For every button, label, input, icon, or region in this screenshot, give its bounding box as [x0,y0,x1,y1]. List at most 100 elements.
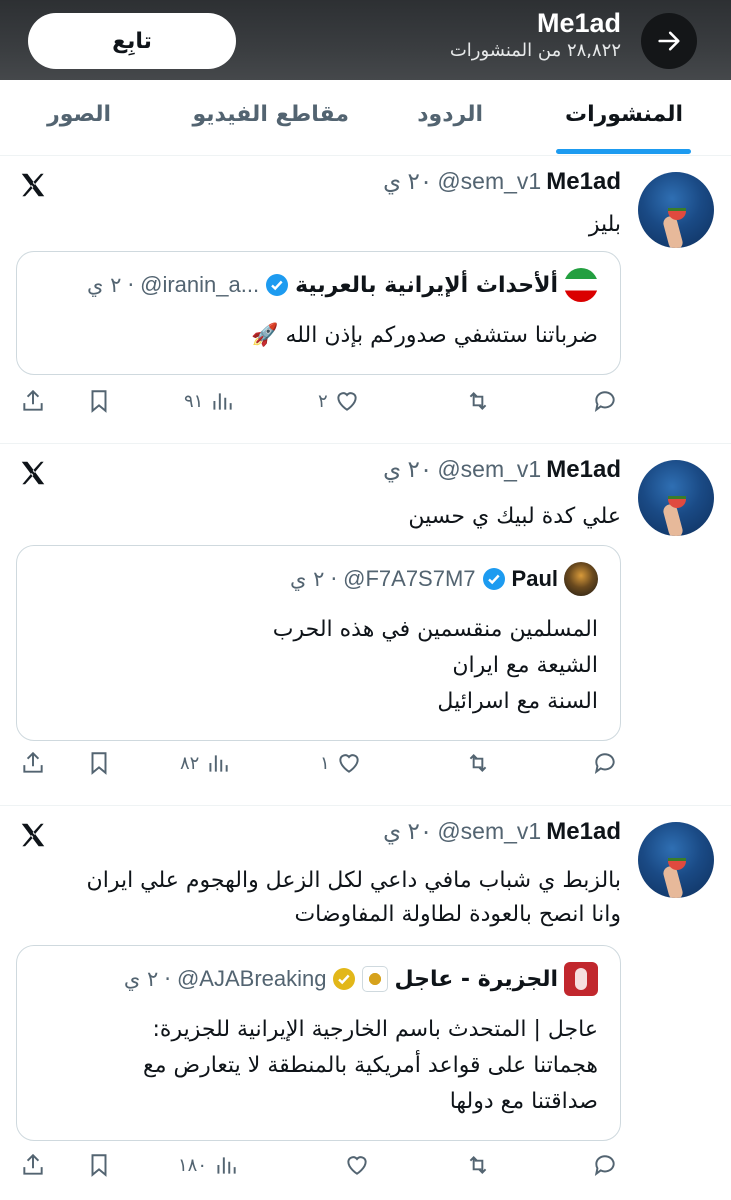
post-actions: ٩١ ٢ [0,388,731,428]
quote-date: ٢ ي [123,967,159,991]
share-button[interactable] [20,388,46,414]
post-text-line: وانا انصح بالعودة لطاولة المفاوضات [294,902,621,927]
bookmark-icon [91,1154,107,1177]
retweet-button[interactable] [465,388,491,414]
profile-name: Me1ad [536,8,621,38]
reply-button[interactable] [592,750,618,776]
aljazeera-logo-icon [362,966,389,992]
reply-icon [594,1155,615,1176]
quote-author: الجزيرة - عاجل [394,966,558,992]
quote-text-line: السنة مع اسرائيل [437,689,598,714]
like-button[interactable]: ١ [320,750,362,776]
views-icon [217,1157,236,1174]
post-2[interactable]: ٢٠ ي @sem_v1 Me1ad علي كدة لبيك ي حسين ٢… [0,444,731,806]
like-icon [347,1156,367,1175]
post-author: Me1ad [546,168,621,195]
avatar[interactable] [638,460,714,536]
views-button[interactable]: ٩١ [184,388,235,414]
post-author: Me1ad [546,818,621,845]
avatar[interactable] [638,172,714,248]
tab-videos[interactable]: مقاطع الفيديو [192,102,349,127]
x-logo-icon [21,173,45,197]
quoted-post[interactable]: ٢ ي · @AJABreaking الجزيرة - عاجل عاجل |… [16,945,621,1141]
retweet-icon [469,392,487,410]
retweet-button[interactable] [465,1152,491,1178]
post-meta: ٢٠ ي @sem_v1 Me1ad [383,818,621,846]
reply-button[interactable] [592,388,618,414]
quote-avatar[interactable] [564,962,598,996]
retweet-icon [469,754,487,772]
views-count: ٨٢ [180,752,200,774]
post-author: Me1ad [546,456,621,483]
profile-tabs: المنشورات الردود مقاطع الفيديو الصور [0,80,731,156]
bookmark-icon [91,390,107,413]
post-actions: ٨٢ ١ [0,750,731,790]
post-text: علي كدة لبيك ي حسين [408,504,621,529]
like-button[interactable]: ٢ [318,388,360,414]
post-meta: ٢٠ ي @sem_v1 Me1ad [383,456,621,484]
quote-text-line: هجماتنا على قواعد أمريكية بالمنطقة لا يت… [143,1053,598,1078]
quote-avatar[interactable] [564,268,598,302]
like-button[interactable] [338,1152,370,1178]
quote-text: ضرباتنا ستشفي صدوركم بإذن الله 🚀 [251,323,598,348]
like-count: ١ [320,752,330,774]
bookmark-icon [91,752,107,775]
tab-active-indicator [556,149,691,154]
post-text-line: بالزبط ي شباب مافي داعي لكل الزعل والهجو… [86,868,621,893]
quote-date: ٢ ي [290,567,325,591]
reply-button[interactable] [592,1152,618,1178]
retweet-icon [469,1156,487,1174]
retweet-button[interactable] [465,750,491,776]
post-text: بليز [588,212,621,237]
post-1[interactable]: ٢٠ ي @sem_v1 Me1ad بليز ٢ ي · @iranin_a.… [0,156,731,444]
verified-icon [482,568,505,590]
arrow-right-icon [658,31,680,51]
back-button[interactable] [641,13,697,69]
post-handle: @sem_v1 [437,456,542,482]
post-handle: @sem_v1 [437,818,542,844]
x-logo-icon [21,823,45,847]
like-icon [337,392,357,411]
quoted-post[interactable]: ٢ ي · @iranin_a... ألأحداث ألإيرانية بال… [16,251,621,375]
quote-handle: @AJABreaking [176,966,327,991]
share-icon [23,389,43,411]
follow-button[interactable]: تابِع [28,13,236,69]
quote-handle: @iranin_a... [140,272,260,297]
post-meta: ٢٠ ي @sem_v1 Me1ad [383,168,621,196]
quote-author: Paul [511,566,558,591]
tab-posts[interactable]: المنشورات [565,102,683,127]
post-actions: ١٨٠ [0,1152,731,1192]
post-handle: @sem_v1 [437,168,542,194]
bookmark-button[interactable] [86,388,112,414]
quote-handle: @F7A7S7M7 [343,566,476,591]
reply-icon [594,391,615,412]
profile-header: تابِع Me1ad ٢٨,٨٢٢ من المنشورات [0,0,731,80]
quote-date: ٢ ي [87,273,122,297]
post-3[interactable]: ٢٠ ي @sem_v1 Me1ad بالزبط ي شباب مافي دا… [0,806,731,1200]
avatar[interactable] [638,822,714,898]
views-button[interactable]: ١٨٠ [178,1152,239,1178]
quote-author: ألأحداث ألإيرانية بالعربية [295,272,558,298]
share-icon [23,751,43,773]
tab-photos[interactable]: الصور [47,102,111,127]
tab-replies[interactable]: الردود [417,102,483,127]
views-count: ١٨٠ [178,1154,208,1176]
bookmark-button[interactable] [86,750,112,776]
like-count: ٢ [318,390,328,412]
quoted-post[interactable]: ٢ ي · @F7A7S7M7 Paul المسلمين منقسمين في… [16,545,621,741]
bookmark-button[interactable] [86,1152,112,1178]
share-button[interactable] [20,1152,46,1178]
quote-text-line: صداقتنا مع دولها [449,1089,598,1114]
views-button[interactable]: ٨٢ [180,750,231,776]
verified-icon [266,274,289,296]
post-date: ٢٠ ي [383,456,433,482]
posts-count: ٢٨,٨٢٢ من المنشورات [449,40,621,61]
views-icon [209,755,228,772]
like-icon [339,754,359,773]
reply-icon [594,753,615,774]
quote-avatar[interactable] [564,562,598,596]
share-icon [23,1153,43,1175]
verified-icon [333,968,356,990]
share-button[interactable] [20,750,46,776]
views-icon [213,393,232,410]
